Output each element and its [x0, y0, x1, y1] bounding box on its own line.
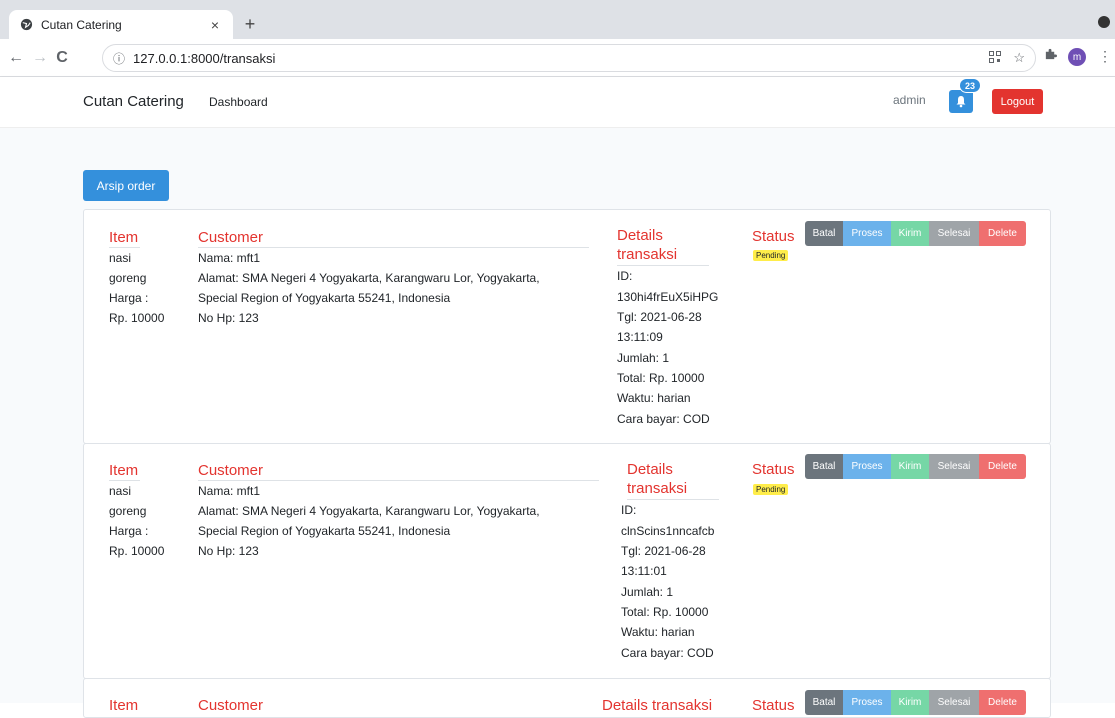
item-heading: Item	[109, 462, 139, 479]
item-heading: Item	[109, 697, 139, 714]
forward-icon[interactable]: →	[30, 48, 50, 68]
divider	[627, 499, 719, 500]
transaction-date: Tgl: 2021-06-28	[621, 544, 706, 558]
customer-heading: Customer	[198, 697, 264, 714]
browser-menu-dot-icon[interactable]	[1098, 16, 1110, 28]
harga-label: Harga :	[109, 291, 149, 305]
star-icon[interactable]: ☆	[1013, 50, 1025, 66]
transaction-id: 130hi4frEuX5iHPG	[617, 290, 719, 304]
proses-button[interactable]: Proses	[843, 221, 891, 246]
url-text[interactable]: 127.0.0.1:8000/transaksi	[133, 51, 977, 66]
transaction-total: Total: Rp. 10000	[621, 605, 709, 619]
transaction-id-label: ID:	[617, 269, 633, 283]
batal-button[interactable]: Batal	[805, 454, 843, 479]
details-heading: Details transaksi	[602, 697, 713, 714]
delete-button[interactable]: Delete	[979, 221, 1026, 246]
extensions-icon[interactable]	[1044, 48, 1057, 64]
details-heading-line-2: transaksi	[617, 246, 678, 263]
delete-button[interactable]: Delete	[979, 454, 1026, 479]
payment-method: Cara bayar: COD	[621, 646, 714, 660]
close-tab-icon[interactable]: ×	[207, 17, 223, 33]
status-heading: Status	[752, 228, 795, 245]
more-menu-icon[interactable]: ⋮	[1098, 48, 1112, 65]
bell-icon	[956, 96, 966, 108]
details-heading-line-2: transaksi	[627, 480, 688, 497]
brand-link[interactable]: Cutan Catering	[83, 93, 184, 110]
item-name-line-1: nasi	[109, 484, 132, 498]
customer-name: Nama: mft1	[198, 484, 261, 498]
new-tab-button[interactable]: +	[240, 14, 260, 34]
order-card: Item nasi goreng Harga : Rp. 10000 Custo…	[83, 209, 1051, 444]
action-button-group: Batal Proses Kirim Selesai Delete	[805, 221, 1026, 246]
order-card: Item Customer Details transaksi Status B…	[83, 678, 1051, 718]
browser-toolbar: ← → C ⓘ 127.0.0.1:8000/transaksi ☆ m ⋮	[0, 39, 1115, 77]
transaction-id: clnScins1nncafcb	[621, 524, 715, 538]
status-heading: Status	[752, 461, 795, 478]
transaction-quantity: Jumlah: 1	[621, 585, 674, 599]
info-icon[interactable]: ⓘ	[113, 50, 125, 67]
transaction-time: 13:11:09	[617, 330, 663, 344]
proses-button[interactable]: Proses	[843, 454, 891, 479]
transaction-schedule: Waktu: harian	[617, 391, 691, 405]
item-name-line-1: nasi	[109, 251, 132, 265]
customer-address-line-2: Special Region of Yogyakarta 55241, Indo…	[198, 291, 451, 305]
browser-tab-strip: Cutan Catering × +	[0, 0, 1115, 39]
selesai-button[interactable]: Selesai	[929, 221, 979, 246]
details-heading-line-1: Details	[617, 227, 663, 244]
status-badge: Pending	[753, 484, 789, 495]
selesai-button[interactable]: Selesai	[929, 454, 979, 479]
back-icon[interactable]: ←	[6, 48, 26, 68]
details-heading-line-1: Details	[627, 461, 673, 478]
item-name-line-2: goreng	[109, 271, 147, 285]
customer-address-line-1: Alamat: SMA Negeri 4 Yogyakarta, Karangw…	[198, 271, 540, 285]
customer-phone: No Hp: 123	[198, 544, 259, 558]
transaction-id-label: ID:	[621, 503, 637, 517]
notification-button[interactable]	[949, 90, 973, 113]
customer-phone: No Hp: 123	[198, 311, 259, 325]
dashboard-link[interactable]: Dashboard	[209, 95, 268, 109]
harga-label: Harga :	[109, 524, 149, 538]
item-heading: Item	[109, 229, 139, 246]
customer-heading: Customer	[198, 229, 264, 246]
notification-count-badge: 23	[959, 78, 981, 93]
customer-address-line-2: Special Region of Yogyakarta 55241, Indo…	[198, 524, 451, 538]
transaction-total: Total: Rp. 10000	[617, 371, 705, 385]
transaction-schedule: Waktu: harian	[621, 625, 695, 639]
transaction-quantity: Jumlah: 1	[617, 351, 670, 365]
globe-icon	[19, 18, 33, 32]
app-navbar: Cutan Catering Dashboard admin Logout	[0, 77, 1115, 128]
profile-avatar[interactable]: m	[1068, 48, 1086, 66]
customer-name: Nama: mft1	[198, 251, 261, 265]
payment-method: Cara bayar: COD	[617, 412, 710, 426]
address-bar[interactable]: ⓘ 127.0.0.1:8000/transaksi ☆	[102, 44, 1036, 72]
order-card: Item nasi goreng Harga : Rp. 10000 Custo…	[83, 443, 1051, 679]
arsip-order-button[interactable]: Arsip order	[83, 170, 169, 201]
batal-button[interactable]: Batal	[805, 221, 843, 246]
harga-value: Rp. 10000	[109, 311, 165, 325]
transaction-date: Tgl: 2021-06-28	[617, 310, 702, 324]
item-name-line-2: goreng	[109, 504, 147, 518]
browser-tab[interactable]: Cutan Catering ×	[9, 10, 233, 39]
logout-button[interactable]: Logout	[992, 89, 1043, 114]
customer-heading: Customer	[198, 462, 264, 479]
status-heading: Status	[752, 697, 795, 714]
customer-address-line-1: Alamat: SMA Negeri 4 Yogyakarta, Karangw…	[198, 504, 540, 518]
transaction-time: 13:11:01	[621, 564, 667, 578]
user-name[interactable]: admin	[893, 93, 926, 107]
qr-code-icon[interactable]	[989, 50, 1002, 66]
harga-value: Rp. 10000	[109, 544, 165, 558]
tab-title: Cutan Catering	[41, 17, 122, 32]
reload-icon[interactable]: C	[52, 48, 72, 68]
action-button-group: Batal Proses Kirim Selesai Delete	[805, 454, 1026, 479]
kirim-button[interactable]: Kirim	[891, 221, 929, 246]
status-badge: Pending	[753, 250, 789, 261]
kirim-button[interactable]: Kirim	[891, 454, 929, 479]
